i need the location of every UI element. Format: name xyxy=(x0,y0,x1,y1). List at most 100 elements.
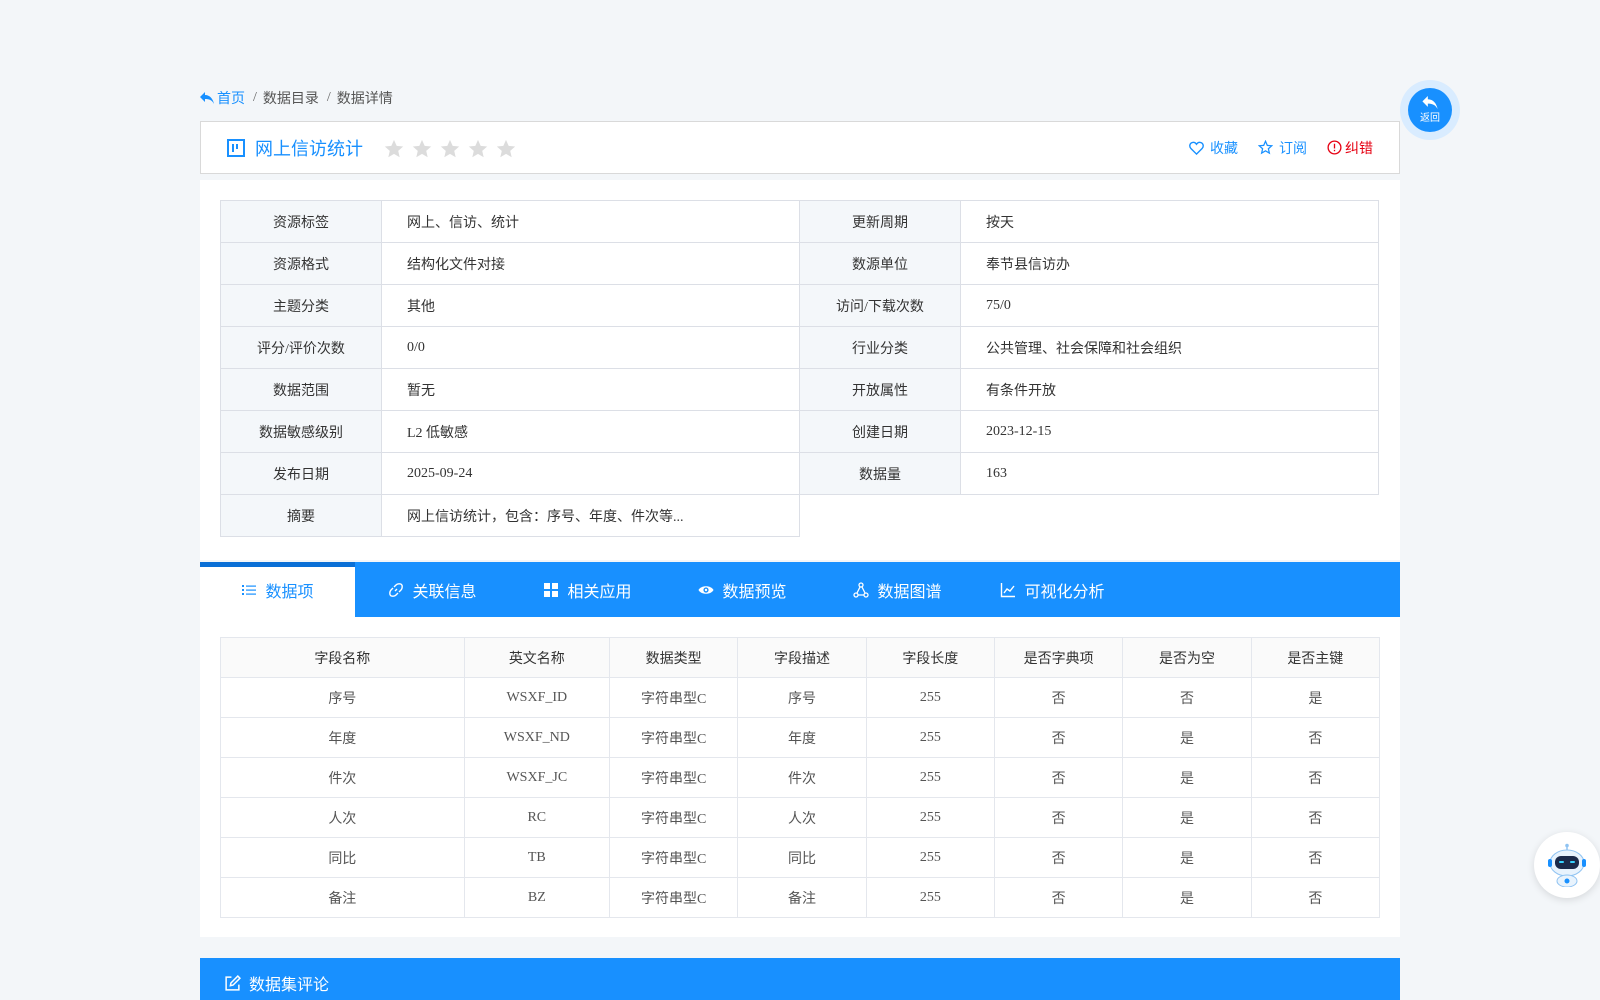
favorite-button[interactable]: 收藏 xyxy=(1189,138,1238,158)
table-cell: 同比 xyxy=(737,837,867,878)
tab-label: 数据项 xyxy=(265,583,314,601)
star-icon[interactable] xyxy=(467,138,489,160)
detail-tabs: 数据项 关联信息 相关应用 数据预览 数据图谱 可视化分析 xyxy=(200,562,1400,617)
table-cell: WSXF_ID xyxy=(463,677,611,718)
tab-data-preview[interactable]: 数据预览 xyxy=(665,562,820,617)
alert-circle-icon xyxy=(1327,140,1342,155)
metadata-key: 主题分类 xyxy=(220,284,382,327)
column-header: 字段长度 xyxy=(865,637,995,678)
metadata-value: 结构化文件对接 xyxy=(381,242,800,285)
table-cell: 字符串型C xyxy=(608,877,739,918)
table-cell: 字符串型C xyxy=(608,797,739,838)
table-cell: 否 xyxy=(1250,717,1381,758)
ai-assistant-button[interactable] xyxy=(1534,832,1600,898)
tab-label: 相关应用 xyxy=(567,583,632,601)
table-row: 同比 TB 字符串型C 同比 255 否 是 否 xyxy=(220,837,1381,878)
metadata-key: 开放属性 xyxy=(799,368,961,411)
table-cell: 人次 xyxy=(220,797,465,838)
tab-data-items[interactable]: 数据项 xyxy=(200,562,355,617)
table-header-row: 字段名称 英文名称 数据类型 字段描述 字段长度 是否字典项 是否为空 是否主键 xyxy=(220,637,1381,678)
metadata-panel: 资源标签 网上、信访、统计 更新周期 按天 资源格式 结构化文件对接 数源单位 … xyxy=(200,180,1400,560)
breadcrumb-catalog[interactable]: 数据目录 xyxy=(263,88,319,108)
breadcrumb-home[interactable]: 首页 xyxy=(200,88,245,108)
metadata-key: 资源格式 xyxy=(220,242,382,285)
tab-label: 数据图谱 xyxy=(877,583,942,601)
table-row: 人次 RC 字符串型C 人次 255 否 是 否 xyxy=(220,797,1381,838)
report-error-button[interactable]: 纠错 xyxy=(1327,138,1373,158)
tab-data-graph[interactable]: 数据图谱 xyxy=(820,562,975,617)
favorite-label: 收藏 xyxy=(1210,141,1238,157)
table-cell: BZ xyxy=(463,877,611,918)
rating-stars[interactable] xyxy=(383,138,517,160)
column-header: 字段描述 xyxy=(737,637,867,678)
metadata-row: 数据敏感级别 L2 低敏感 创建日期 2023-12-15 xyxy=(220,410,1379,453)
metadata-key: 数据范围 xyxy=(220,368,382,411)
table-cell: 否 xyxy=(1250,877,1381,918)
data-items-table: 字段名称 英文名称 数据类型 字段描述 字段长度 是否字典项 是否为空 是否主键… xyxy=(220,637,1381,918)
star-icon[interactable] xyxy=(495,138,517,160)
back-button[interactable]: 返回 xyxy=(1400,80,1460,140)
metadata-key: 创建日期 xyxy=(799,410,961,453)
comments-title: 数据集评论 xyxy=(249,977,330,994)
eye-icon xyxy=(698,585,714,594)
tab-label: 数据预览 xyxy=(722,583,787,601)
metadata-value: 2025-09-24 xyxy=(381,452,800,495)
metadata-value: 0/0 xyxy=(381,326,800,369)
dataset-title: 网上信访统计 xyxy=(255,138,363,159)
metadata-value: 2023-12-15 xyxy=(960,410,1379,453)
metadata-value: 163 xyxy=(960,452,1379,495)
table-cell: 年度 xyxy=(220,717,465,758)
table-cell: TB xyxy=(463,837,611,878)
table-cell: 否 xyxy=(1250,837,1381,878)
metadata-table: 资源标签 网上、信访、统计 更新周期 按天 资源格式 结构化文件对接 数源单位 … xyxy=(220,200,1379,537)
edit-icon xyxy=(225,974,241,991)
table-cell: WSXF_ND xyxy=(463,717,611,758)
metadata-value: 其他 xyxy=(381,284,800,327)
grid-icon xyxy=(544,582,559,597)
tab-label: 可视化分析 xyxy=(1024,583,1105,601)
column-header: 是否字典项 xyxy=(993,637,1124,678)
table-cell: 人次 xyxy=(737,797,867,838)
table-cell: 备注 xyxy=(737,877,867,918)
back-button-inner: 返回 xyxy=(1408,88,1452,132)
breadcrumb: 首页 / 数据目录 / 数据详情 xyxy=(200,88,393,108)
column-header: 数据类型 xyxy=(608,637,739,678)
empty-cell xyxy=(799,494,1379,537)
graph-nodes-icon xyxy=(853,581,870,598)
breadcrumb-home-label: 首页 xyxy=(217,92,245,107)
star-icon[interactable] xyxy=(439,138,461,160)
table-cell: 年度 xyxy=(737,717,867,758)
metadata-key: 数据量 xyxy=(799,452,961,495)
table-row: 备注 BZ 字符串型C 备注 255 否 是 否 xyxy=(220,877,1381,918)
subscribe-button[interactable]: 订阅 xyxy=(1258,138,1307,158)
table-cell: 备注 xyxy=(220,877,465,918)
tab-related-info[interactable]: 关联信息 xyxy=(355,562,510,617)
table-cell: 字符串型C xyxy=(608,837,739,878)
reply-arrow-icon xyxy=(1422,96,1438,109)
table-row: 件次 WSXF_JC 字符串型C 件次 255 否 是 否 xyxy=(220,757,1381,798)
table-cell: 是 xyxy=(1250,677,1381,718)
breadcrumb-detail: 数据详情 xyxy=(336,92,393,107)
metadata-value: 按天 xyxy=(960,200,1379,243)
tab-visual-analysis[interactable]: 可视化分析 xyxy=(975,562,1130,617)
breadcrumb-separator: / xyxy=(253,90,257,105)
table-cell: 否 xyxy=(993,677,1124,718)
table-row: 序号 WSXF_ID 字符串型C 序号 255 否 否 是 xyxy=(220,677,1381,718)
table-cell: RC xyxy=(463,797,611,838)
subscribe-label: 订阅 xyxy=(1279,141,1307,157)
table-cell: 字符串型C xyxy=(608,717,739,758)
table-cell: 字符串型C xyxy=(608,757,739,798)
star-icon[interactable] xyxy=(383,138,405,160)
star-outline-icon xyxy=(1258,140,1273,155)
tab-related-apps[interactable]: 相关应用 xyxy=(510,562,665,617)
abstract-value: 网上信访统计，包含：序号、年度、件次等... xyxy=(381,494,800,537)
table-cell: 件次 xyxy=(220,757,465,798)
table-cell: 是 xyxy=(1122,837,1252,878)
data-items-panel: 字段名称 英文名称 数据类型 字段描述 字段长度 是否字典项 是否为空 是否主键… xyxy=(200,617,1400,937)
table-cell: 255 xyxy=(865,757,995,798)
table-cell: 255 xyxy=(865,797,995,838)
metadata-value: 有条件开放 xyxy=(960,368,1379,411)
table-cell: 序号 xyxy=(737,677,867,718)
star-icon[interactable] xyxy=(411,138,433,160)
metadata-row: 主题分类 其他 访问/下载次数 75/0 xyxy=(220,284,1379,327)
